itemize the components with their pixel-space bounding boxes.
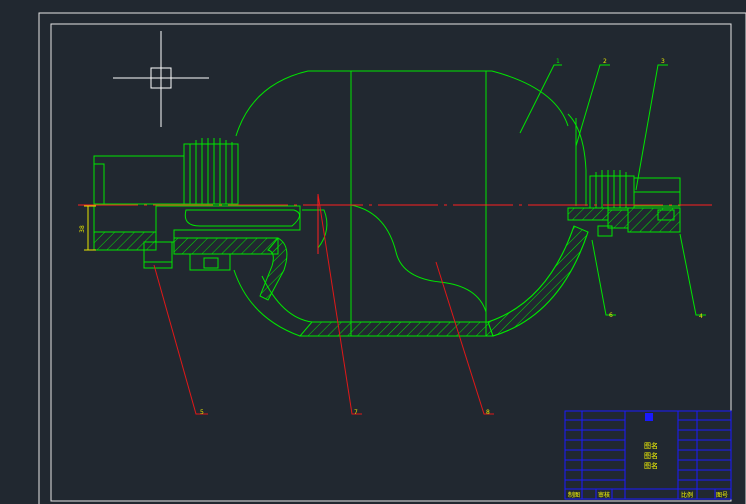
callout-number-3: 3 — [661, 58, 665, 65]
title-block-bottom-3: 比例 — [681, 491, 693, 499]
shell-bottom-hatch — [298, 321, 494, 337]
title-block-bottom-1: 制图 — [568, 491, 580, 499]
title-block-label-1: 图名 — [644, 441, 658, 450]
bladder-profile — [350, 204, 487, 313]
left-neck-threads — [183, 138, 239, 205]
callout-number-2: 2 — [603, 58, 607, 65]
outer-sheet-border — [38, 12, 746, 504]
callout-number-6: 6 — [609, 312, 613, 319]
left-flange-hatch — [93, 231, 157, 251]
title-block-bottom-4: 图号 — [716, 492, 728, 499]
callout-number-1: 1 — [556, 58, 560, 65]
callout-number-8: 8 — [486, 409, 490, 416]
left-port-rounded — [184, 209, 300, 227]
title-block-label-2: 图名 — [644, 451, 658, 460]
callout-leaders-red — [153, 193, 494, 415]
callout-number-7: 7 — [354, 409, 358, 416]
left-neck-body — [93, 155, 185, 205]
shell-upper-outline — [235, 70, 569, 137]
title-block-label-3: 图名 — [644, 461, 658, 470]
cad-drawing-canvas[interactable]: 38 1 2 3 6 4 5 7 8 图名 图名 图名 制图 审核 比例 图号 — [0, 0, 746, 504]
shell-right-wall-hatch — [487, 225, 589, 337]
dimension-value-label: 38 — [79, 225, 86, 233]
title-block-center-marker — [645, 413, 653, 421]
crosshair-cursor-icon — [113, 31, 209, 127]
accumulator-drawing — [93, 70, 681, 337]
left-port-section — [155, 205, 301, 243]
callout-number-4: 4 — [699, 313, 703, 320]
right-shoulder — [567, 113, 587, 206]
title-block-bottom-2: 审核 — [598, 491, 610, 499]
callout-number-5: 5 — [200, 409, 204, 416]
shell-lower-outline — [233, 231, 589, 337]
right-valve-threads — [589, 170, 635, 209]
